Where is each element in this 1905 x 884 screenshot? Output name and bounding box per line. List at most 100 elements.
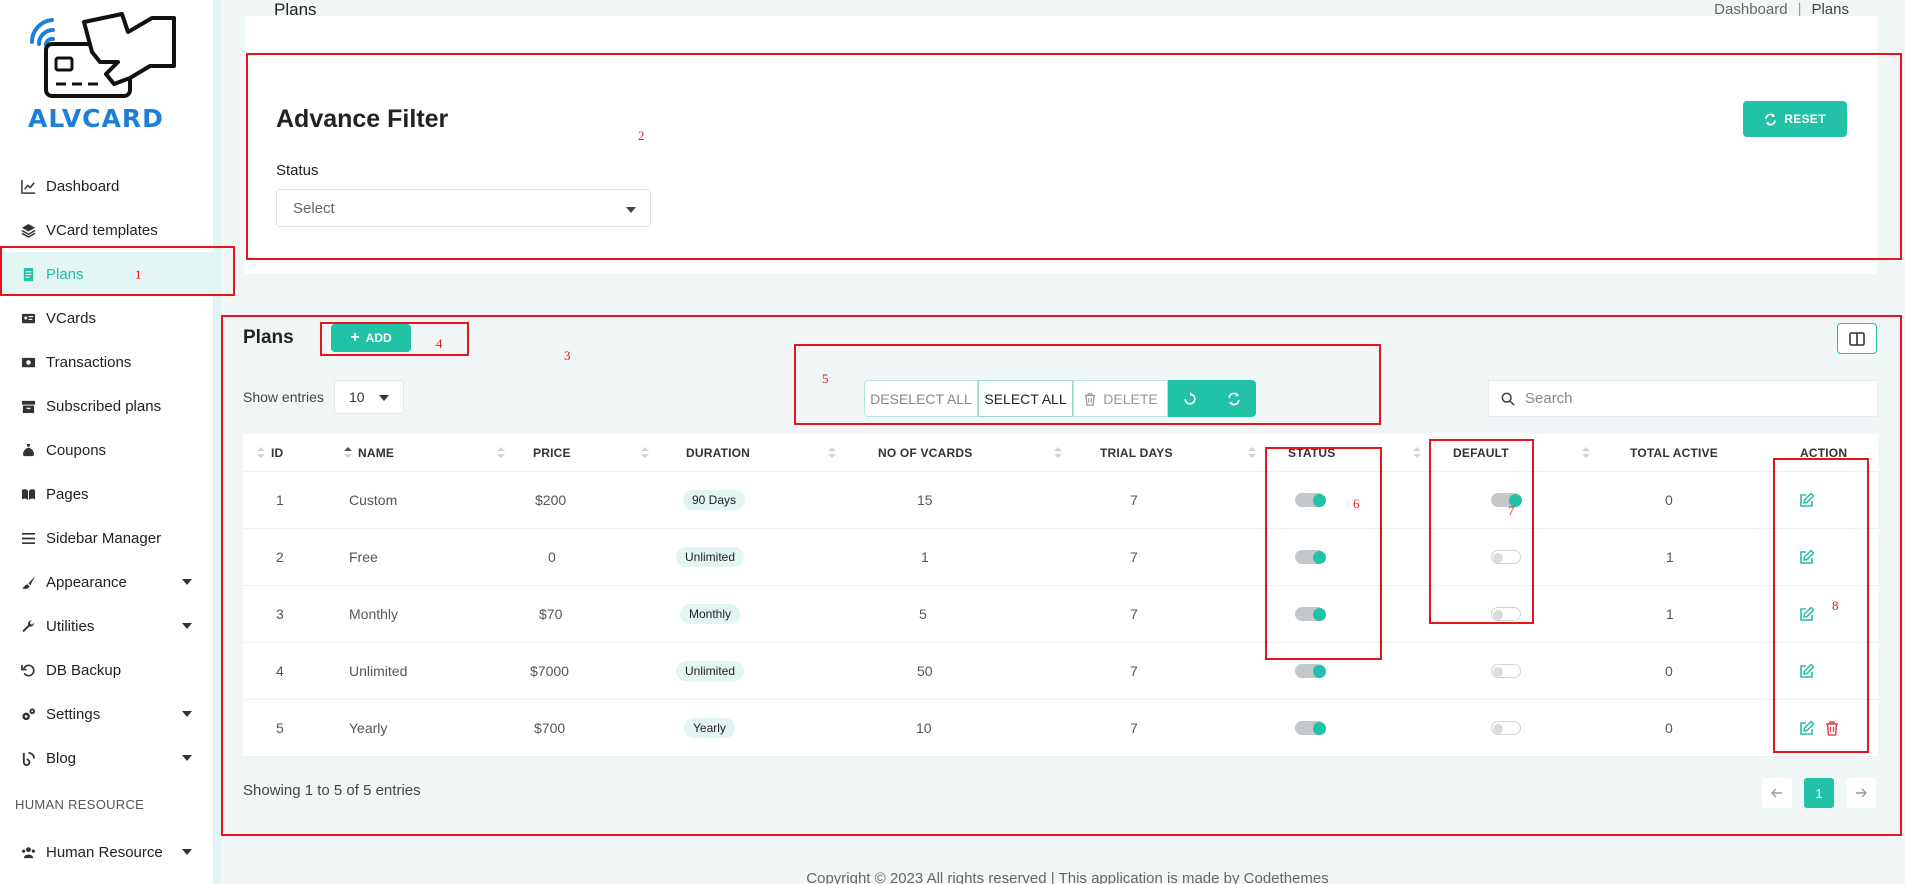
column-header-price[interactable]: PRICE	[533, 434, 571, 472]
sidebar-item-coupons[interactable]: Coupons	[0, 428, 214, 472]
users-icon	[20, 844, 36, 860]
sidebar-item-blog[interactable]: Blog	[0, 736, 214, 780]
column-header-trial-days[interactable]: TRIAL DAYS	[1100, 434, 1173, 472]
default-toggle[interactable]	[1491, 721, 1521, 735]
trash-icon	[1085, 392, 1096, 406]
add-plan-button[interactable]: + ADD	[331, 324, 411, 352]
status-filter-select[interactable]: Select	[276, 189, 651, 227]
sync-icon	[1228, 392, 1240, 405]
edit-icon[interactable]	[1799, 606, 1815, 622]
cell-name: Unlimited	[349, 663, 408, 679]
table-row: 4 Unlimited $7000 Unlimited 50 7 0	[243, 643, 1878, 700]
sidebar-item-plans[interactable]: Plans	[0, 252, 214, 296]
trash-icon[interactable]	[1824, 720, 1840, 736]
status-toggle[interactable]	[1295, 493, 1326, 507]
status-toggle[interactable]	[1295, 550, 1326, 564]
sidebar: ALVCARD Dashboard VCard templates Plans …	[0, 0, 214, 884]
column-header-name[interactable]: NAME	[344, 434, 394, 472]
plans-table-title: Plans	[243, 327, 294, 348]
cell-vcards: 10	[916, 720, 932, 736]
default-toggle[interactable]	[1491, 664, 1521, 678]
chevron-down-icon	[379, 395, 389, 401]
pagination-prev-button[interactable]	[1762, 778, 1792, 808]
sidebar-item-subscribed-plans[interactable]: Subscribed plans	[0, 384, 214, 428]
column-toggle-button[interactable]	[1837, 323, 1877, 354]
cell-total-active: 0	[1665, 492, 1673, 508]
edit-icon[interactable]	[1799, 663, 1815, 679]
status-toggle[interactable]	[1295, 607, 1326, 621]
cell-name: Yearly	[349, 720, 388, 736]
pagination-next-button[interactable]	[1846, 778, 1876, 808]
blog-icon	[20, 750, 36, 766]
cell-vcards: 5	[919, 606, 927, 622]
edit-icon[interactable]	[1799, 720, 1815, 736]
refresh-table-button[interactable]	[1212, 380, 1256, 417]
status-filter-label: Status	[276, 162, 319, 179]
column-header-total-active[interactable]: TOTAL ACTIVE	[1630, 434, 1718, 472]
search-icon	[1501, 392, 1515, 406]
sidebar-item-transactions[interactable]: Transactions	[0, 340, 214, 384]
sort-icon[interactable]	[1248, 447, 1256, 459]
sidebar-item-db-backup[interactable]: DB Backup	[0, 648, 214, 692]
search-input[interactable]	[1525, 390, 1855, 407]
cell-duration-badge: Unlimited	[676, 661, 745, 681]
sidebar-item-settings[interactable]: Settings	[0, 692, 214, 736]
sidebar-item-utilities[interactable]: Utilities	[0, 604, 214, 648]
entries-per-page-select[interactable]: 10	[334, 380, 404, 414]
cell-price: 0	[548, 549, 556, 565]
default-toggle[interactable]	[1491, 550, 1521, 564]
column-header-no-of-vcards[interactable]: NO OF VCARDS	[878, 434, 972, 472]
column-header-default[interactable]: DEFAULT	[1453, 434, 1509, 472]
table-row: 1 Custom $200 90 Days 15 7 0	[243, 472, 1878, 529]
sidebar-item-vcards[interactable]: VCards	[0, 296, 214, 340]
chevron-down-icon	[182, 849, 192, 855]
money-bill-icon	[20, 354, 36, 370]
sort-icon[interactable]	[1413, 447, 1421, 459]
sidebar-item-label: VCard templates	[46, 221, 158, 239]
status-filter-value: Select	[293, 199, 335, 217]
sort-icon[interactable]	[497, 447, 505, 459]
reset-button[interactable]: RESET	[1743, 101, 1847, 137]
edit-icon[interactable]	[1799, 549, 1815, 565]
bulk-delete-button[interactable]: DELETE	[1073, 380, 1168, 417]
default-toggle[interactable]	[1491, 607, 1521, 621]
sidebar-item-pages[interactable]: Pages	[0, 472, 214, 516]
annotation-number-7: 7	[1508, 503, 1515, 518]
cell-name: Custom	[349, 492, 398, 508]
column-header-status[interactable]: STATUS	[1288, 434, 1335, 472]
sidebar-item-label: Dashboard	[46, 177, 120, 195]
sidebar-item-label: Coupons	[46, 441, 107, 459]
select-all-button[interactable]: SELECT ALL	[978, 380, 1073, 417]
book-open-icon	[20, 486, 36, 502]
menu-icon	[20, 530, 36, 546]
column-header-id[interactable]: ID	[257, 434, 283, 472]
annotation-number-6: 6	[1353, 496, 1360, 511]
sidebar-item-vcard-templates[interactable]: VCard templates	[0, 208, 214, 252]
sidebar-edge	[214, 0, 221, 884]
default-toggle[interactable]	[1491, 493, 1522, 507]
sort-icon[interactable]	[1054, 447, 1062, 459]
section-heading-human-resource: HUMAN RESOURCE	[15, 797, 145, 812]
wrench-icon	[20, 618, 36, 634]
cell-name: Monthly	[349, 606, 399, 622]
column-header-duration[interactable]: DURATION	[686, 434, 750, 472]
reset-table-button[interactable]	[1168, 380, 1212, 417]
sidebar-item-sidebar-manager[interactable]: Sidebar Manager	[0, 516, 214, 560]
pagination-page-1[interactable]: 1	[1804, 778, 1834, 808]
status-toggle[interactable]	[1295, 664, 1326, 678]
status-toggle[interactable]	[1295, 721, 1326, 735]
id-card-icon	[20, 310, 36, 326]
sidebar-item-label: Appearance	[46, 573, 127, 591]
sidebar-item-dashboard[interactable]: Dashboard	[0, 164, 214, 208]
sidebar-item-label: Transactions	[46, 353, 132, 371]
cell-total-active: 1	[1666, 606, 1674, 622]
deselect-all-button[interactable]: DESELECT ALL	[864, 380, 978, 417]
sort-icon[interactable]	[1582, 447, 1590, 459]
sidebar-item-appearance[interactable]: Appearance	[0, 560, 214, 604]
sort-icon[interactable]	[641, 447, 649, 459]
sort-icon[interactable]	[828, 447, 836, 459]
cell-duration-badge: Yearly	[684, 718, 735, 738]
edit-icon[interactable]	[1799, 492, 1815, 508]
sidebar-item-human-resource[interactable]: Human Resource	[0, 830, 214, 874]
brand-name: ALVCARD	[28, 104, 164, 133]
